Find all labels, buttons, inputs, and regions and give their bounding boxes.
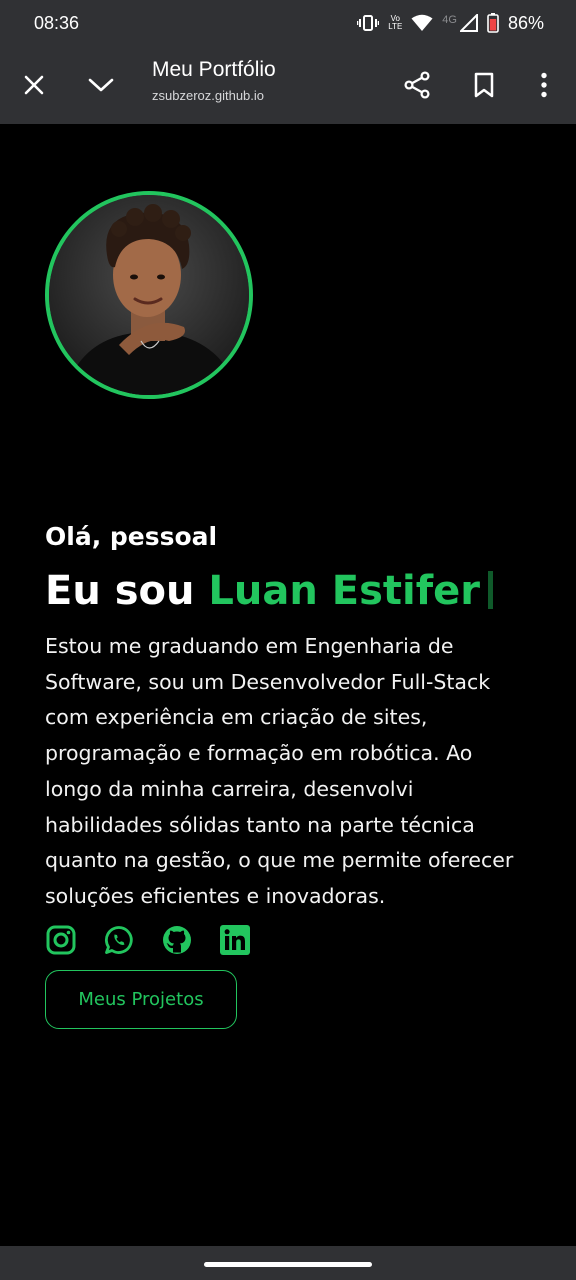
hero-headline: Eu sou Luan Estifer [45,568,494,614]
status-icons: Vo LTE 4G 86% [357,13,544,34]
whatsapp-link[interactable] [103,924,134,955]
social-links [45,924,250,955]
bookmark-icon [474,72,494,98]
status-bar: 08:36 Vo LTE 4G 86% [0,0,576,46]
instagram-icon [46,925,75,954]
battery-icon [487,13,499,33]
signal-icon [459,14,478,32]
profile-photo [45,191,253,399]
browser-toolbar: Meu Portfólio zsubzeroz.github.io [0,46,576,124]
system-navigation-bar [0,1246,576,1280]
home-gesture-handle[interactable] [204,1262,372,1267]
page-title-block: Meu Portfólio zsubzeroz.github.io [152,58,276,103]
hero-intro: Eu sou [45,568,209,614]
close-button[interactable] [12,63,56,107]
wifi-icon [411,14,433,32]
minimize-button[interactable] [79,63,123,107]
vibrate-icon [357,14,380,32]
more-options-button[interactable] [522,63,566,107]
share-icon [404,71,430,99]
github-link[interactable] [161,924,192,955]
bookmark-button[interactable] [462,63,506,107]
close-icon [24,75,44,95]
volte-icon: Vo LTE [388,15,402,31]
page-title: Meu Portfólio [152,58,276,81]
more-vert-icon [541,72,547,98]
page-content: Olá, pessoal Eu sou Luan Estifer Estou m… [0,124,576,1246]
hero-name: Luan Estifer [208,568,481,614]
share-button[interactable] [395,63,439,107]
battery-percent: 86% [507,12,544,33]
profile-photo-illustration [49,195,249,395]
projects-button[interactable]: Meus Projetos [45,970,237,1029]
whatsapp-icon [104,925,133,954]
page-url: zsubzeroz.github.io [152,88,265,103]
typing-cursor [488,571,494,609]
network-type: 4G [442,14,457,26]
instagram-link[interactable] [45,924,76,955]
chevron-down-icon [88,78,114,92]
linkedin-link[interactable] [219,924,250,955]
hero-bio: Estou me graduando em Engenharia de Soft… [45,634,514,908]
status-time: 08:36 [34,12,80,33]
greeting: Olá, pessoal [45,522,218,551]
linkedin-icon [219,924,250,955]
github-icon [162,925,191,954]
volte-bottom-label: LTE [388,22,403,31]
